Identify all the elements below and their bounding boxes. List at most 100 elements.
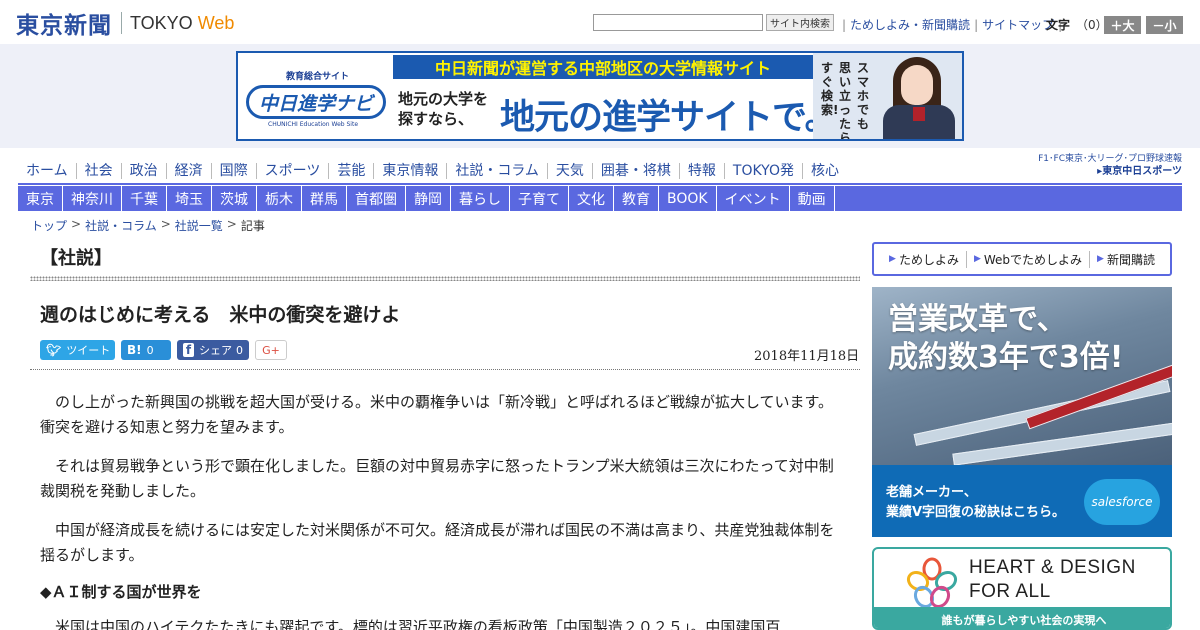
salesforce-cloud-logo: salesforce bbox=[1084, 479, 1160, 525]
regional-nav-item[interactable]: イベント bbox=[717, 186, 790, 211]
site-search-button[interactable]: サイト内検索 bbox=[766, 14, 834, 31]
nav-item[interactable]: スポーツ bbox=[257, 162, 330, 179]
publish-date: 2018年11月18日 bbox=[754, 349, 860, 364]
regional-nav-item[interactable]: 暮らし bbox=[451, 186, 510, 211]
subscribe-link[interactable]: ▶ 新聞購読 bbox=[1090, 251, 1162, 268]
breadcrumb-editorial-column[interactable]: 社説・コラム bbox=[85, 217, 157, 234]
nav-item[interactable]: 社説・コラム bbox=[447, 162, 548, 179]
arrow-right-icon: ▶ bbox=[1097, 254, 1104, 264]
chunichi-shingaku-navi-ad[interactable]: 教育総合サイト 中日進学ナビ CHUNICHI Education Web Si… bbox=[236, 51, 964, 141]
primary-nav-underline bbox=[18, 183, 1182, 185]
ad-vertical-text-2: 思い立ったら bbox=[839, 61, 852, 141]
google-plus-button[interactable]: G+ bbox=[255, 340, 287, 360]
logo-web: Web bbox=[197, 12, 235, 33]
font-size-value: （0） bbox=[1076, 18, 1108, 32]
ad-sub-line: 地元の大学を探すなら、 bbox=[398, 90, 489, 128]
ad-vertical-text-1: スマホでも bbox=[857, 61, 870, 131]
font-size-label: 文字 bbox=[1046, 18, 1071, 32]
web-trial-read-link[interactable]: ▶ Webでためしよみ bbox=[967, 250, 1091, 268]
facebook-share-label: シェア bbox=[199, 344, 232, 357]
tweet-label: ツイート bbox=[66, 344, 111, 357]
salesforce-copy-1: 老舗メーカー、 bbox=[886, 485, 977, 500]
breadcrumb-separator: > bbox=[160, 217, 171, 231]
nav-item[interactable]: ホーム bbox=[18, 162, 77, 179]
regional-nav-item[interactable]: 子育て bbox=[510, 186, 569, 211]
site-header: 東京新聞 TOKYO Web サイト内検索 | ためしよみ・新聞購読 | サイト… bbox=[0, 0, 1200, 44]
chunichi-sports-tagline: F1･FC東京･大リーグ･プロ野球速報 bbox=[1038, 154, 1182, 164]
nav-item[interactable]: 特報 bbox=[680, 162, 725, 179]
site-search: サイト内検索 bbox=[593, 14, 834, 31]
regional-nav-item[interactable]: 首都圏 bbox=[347, 186, 406, 211]
dotted-rule bbox=[30, 276, 860, 281]
hatena-bookmark-button[interactable]: B! 0 bbox=[121, 340, 171, 360]
article-body: のし上がった新興国の挑戦を超大国が受ける。米中の覇権争いは「新冷戦」と呼ばれるほ… bbox=[40, 390, 848, 630]
salesforce-ad-headline: 営業改革で、 成約数3年で3倍! bbox=[888, 301, 1123, 377]
nav-item[interactable]: TOKYO発 bbox=[725, 162, 803, 179]
nav-item[interactable]: 核心 bbox=[803, 163, 847, 179]
nav-item[interactable]: 社会 bbox=[77, 162, 122, 179]
trial-read-link[interactable]: ▶ ためしよみ bbox=[882, 250, 967, 268]
regional-nav-item[interactable]: 教育 bbox=[614, 186, 659, 211]
salesforce-headline-2: 成約数3年で3倍! bbox=[888, 340, 1124, 375]
regional-nav: 東京 神奈川 千葉 埼玉 茨城 栃木 群馬 首都圏 静岡 暮らし 子育て 文化 教育 BOOK イベント 動画 bbox=[18, 186, 1182, 211]
article-subheading: ◆ＡＩ制する国が世界を bbox=[40, 583, 202, 601]
logo-tagline: 教育総合サイト bbox=[286, 72, 350, 82]
hatena-bookmark-icon: B! bbox=[127, 343, 142, 357]
search-input[interactable] bbox=[593, 14, 763, 31]
trial-subscribe-link[interactable]: ためしよみ・新聞購読 bbox=[850, 16, 970, 33]
regional-nav-item[interactable]: 文化 bbox=[569, 186, 614, 211]
chunichi-sports-link[interactable]: F1･FC東京･大リーグ･プロ野球速報 ▸東京中日スポーツ bbox=[1024, 153, 1182, 181]
flower-logo-icon bbox=[906, 557, 958, 607]
logo-divider bbox=[121, 12, 122, 34]
nav-item[interactable]: 政治 bbox=[122, 162, 167, 179]
facebook-count: 0 bbox=[236, 343, 243, 357]
heart-design-ad[interactable]: HEART & DESIGN FOR ALL 誰もが暮らしやすい社会の実現へ bbox=[872, 547, 1172, 630]
breadcrumb-editorial-list[interactable]: 社説一覧 bbox=[175, 217, 223, 234]
article-paragraph: 米国は中国のハイテクたたきにも躍起です。標的は習近平政権の看板政策「中国製造２０… bbox=[55, 618, 781, 630]
sitemap-link[interactable]: サイトマップ bbox=[982, 16, 1054, 33]
logo-pill: 中日進学ナビ bbox=[246, 85, 386, 119]
regional-nav-item[interactable]: 埼玉 bbox=[167, 186, 212, 211]
shingaku-navi-logo: 教育総合サイト 中日進学ナビ CHUNICHI Education Web Si… bbox=[242, 59, 390, 133]
ad-vertical-text-3: すぐ検索! bbox=[821, 61, 839, 117]
nav-item[interactable]: 経済 bbox=[167, 162, 212, 179]
font-larger-button[interactable]: ＋大 bbox=[1104, 16, 1141, 34]
arrow-right-icon: ▶ bbox=[973, 254, 981, 264]
heart-design-tagline: 誰もが暮らしやすい社会の実現へ bbox=[874, 607, 1170, 628]
nav-item[interactable]: 東京情報 bbox=[374, 162, 448, 179]
breadcrumb-separator: > bbox=[71, 217, 82, 231]
nav-item[interactable]: 天気 bbox=[548, 162, 593, 179]
regional-nav-item[interactable]: BOOK bbox=[659, 186, 717, 211]
primary-nav: ホーム 社会 政治 経済 国際 スポーツ 芸能 東京情報 社説・コラム 天気 囲碁・将棋 特報 TOKY… bbox=[18, 158, 847, 183]
breadcrumb-top[interactable]: トップ bbox=[31, 217, 67, 234]
breadcrumb-current: 記事 bbox=[240, 219, 265, 233]
title-divider bbox=[30, 369, 860, 370]
facebook-share-button[interactable]: f シェア 0 bbox=[177, 340, 249, 360]
regional-nav-item[interactable]: 千葉 bbox=[122, 186, 167, 211]
regional-nav-item[interactable]: 群馬 bbox=[302, 186, 347, 211]
regional-nav-item[interactable]: 静岡 bbox=[406, 186, 451, 211]
trial-read-label: ためしよみ bbox=[898, 252, 959, 267]
regional-nav-item[interactable]: 動画 bbox=[790, 186, 835, 211]
header-links: | ためしよみ・新聞購読 | サイトマップ | bbox=[838, 16, 1066, 33]
salesforce-headline-1: 営業改革で、 bbox=[888, 302, 1067, 337]
regional-nav-item[interactable]: 東京 bbox=[18, 186, 63, 211]
salesforce-ad[interactable]: 営業改革で、 成約数3年で3倍! 老舗メーカー、 業績V字回復の秘訣はこちら。 … bbox=[872, 287, 1172, 537]
ad-main-line: 地元の進学サイトで。 bbox=[500, 98, 840, 138]
regional-nav-item[interactable]: 神奈川 bbox=[63, 186, 122, 211]
student-illustration-ribbon bbox=[913, 107, 925, 121]
site-logo[interactable]: 東京新聞 TOKYO Web bbox=[16, 9, 235, 39]
salesforce-copy-2: 業績V字回復の秘訣はこちら。 bbox=[886, 505, 1066, 520]
nav-item[interactable]: 芸能 bbox=[329, 162, 375, 179]
section-heading: 【社説】 bbox=[40, 248, 112, 269]
font-smaller-button[interactable]: －小 bbox=[1146, 16, 1183, 34]
web-trial-read-label: Webでためしよみ bbox=[983, 252, 1083, 267]
regional-nav-item[interactable]: 栃木 bbox=[257, 186, 302, 211]
tweet-button[interactable]: 🐦︎ ツイート bbox=[40, 340, 115, 360]
article-paragraph: それは貿易戦争という形で顕在化しました。巨額の対中貿易赤字に怒ったトランプ米大統… bbox=[40, 457, 834, 500]
nav-item[interactable]: 国際 bbox=[212, 162, 257, 179]
regional-nav-item[interactable]: 茨城 bbox=[212, 186, 257, 211]
divider: | bbox=[842, 17, 847, 32]
ad-top-line: 中日新聞が運営する中部地区の大学情報サイト bbox=[393, 55, 813, 79]
nav-item[interactable]: 囲碁・将棋 bbox=[593, 162, 680, 179]
